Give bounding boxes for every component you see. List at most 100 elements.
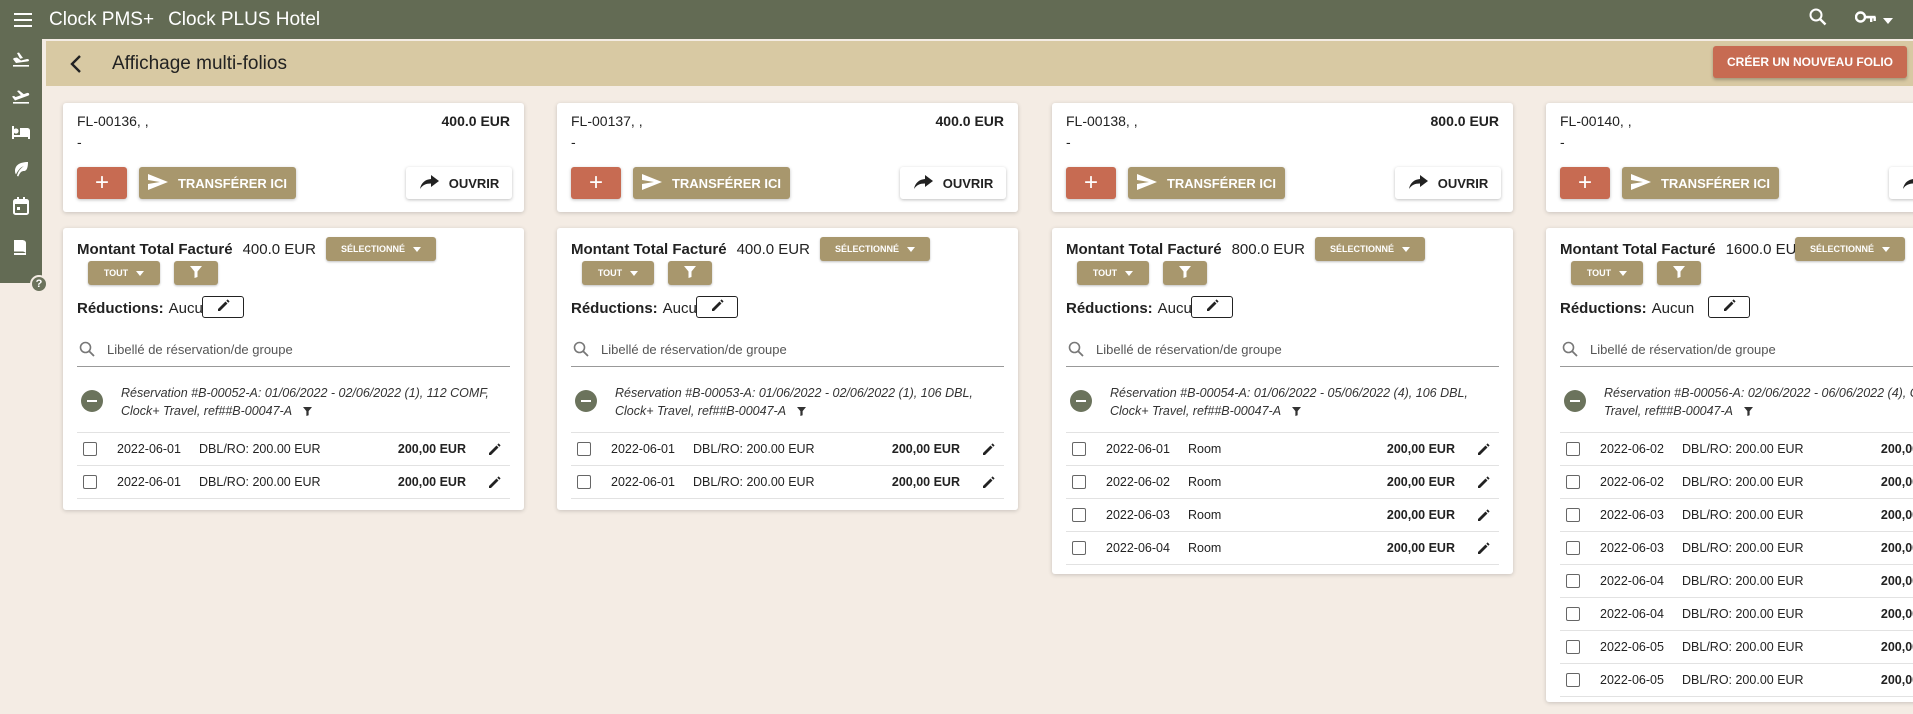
- create-new-folio-button[interactable]: CRÉER UN NOUVEAU FOLIO: [1712, 46, 1907, 78]
- edit-line-icon[interactable]: [1477, 508, 1491, 522]
- folio-header-card: FL-00137, , 400.0 EUR - + TRANSFÉRER ICI…: [557, 103, 1018, 212]
- folio-lines: 2022-06-01 Room 200,00 EUR 2022-06-02 Ro…: [1066, 432, 1499, 565]
- transfer-here-button[interactable]: TRANSFÉRER ICI: [1128, 167, 1285, 199]
- selected-dropdown[interactable]: SÉLECTIONNÉ: [1315, 237, 1425, 261]
- edit-line-icon[interactable]: [982, 442, 996, 456]
- reductions-label: Réductions:: [77, 299, 164, 317]
- folio-line-row: 2022-06-02 DBL/RO: 200.00 EUR 200,00 EUR: [1560, 466, 1913, 499]
- collapse-icon[interactable]: [81, 390, 103, 412]
- line-description: DBL/RO: 200.00 EUR: [1682, 508, 1804, 522]
- back-arrow-icon[interactable]: [64, 52, 88, 76]
- transfer-here-button[interactable]: TRANSFÉRER ICI: [1622, 167, 1779, 199]
- total-value: 800.0 EUR: [1231, 240, 1305, 258]
- collapse-icon[interactable]: [575, 390, 597, 412]
- transfer-here-button[interactable]: TRANSFÉRER ICI: [139, 167, 296, 199]
- reservation-search-input[interactable]: [105, 340, 409, 358]
- folio-line-row: 2022-06-05 DBL/RO: 200.00 EUR 200,00 EUR: [1560, 631, 1913, 664]
- bed-icon[interactable]: [0, 113, 42, 150]
- all-label: TOUT: [597, 268, 623, 278]
- add-charge-button[interactable]: +: [1560, 167, 1610, 199]
- line-checkbox[interactable]: [1566, 607, 1580, 621]
- edit-reductions-button[interactable]: [1191, 296, 1233, 318]
- open-folio-button[interactable]: OUVRIR: [900, 167, 1006, 199]
- line-checkbox[interactable]: [1566, 640, 1580, 654]
- add-charge-button[interactable]: +: [77, 167, 127, 199]
- folio-amount: 400.0 EUR: [441, 113, 510, 129]
- caret-down-icon: [1619, 268, 1628, 278]
- filter-icon: [1673, 266, 1685, 280]
- reservation-text: Réservation #B-00054-A: 01/06/2022 - 05/…: [1110, 386, 1468, 418]
- all-dropdown[interactable]: TOUT: [1571, 261, 1643, 285]
- reservation-search-input[interactable]: [599, 340, 903, 358]
- line-checkbox[interactable]: [83, 442, 97, 456]
- reservation-info: Réservation #B-00052-A: 01/06/2022 - 02/…: [121, 384, 501, 421]
- collapse-icon[interactable]: [1564, 390, 1586, 412]
- filter-button[interactable]: [1163, 261, 1207, 285]
- edit-line-icon[interactable]: [488, 475, 502, 489]
- leaf-icon[interactable]: [0, 150, 42, 187]
- selected-dropdown[interactable]: SÉLECTIONNÉ: [326, 237, 436, 261]
- edit-line-icon[interactable]: [488, 442, 502, 456]
- open-folio-button[interactable]: OUVRIR: [406, 167, 512, 199]
- filter-icon[interactable]: [303, 403, 313, 421]
- arrivals-icon[interactable]: [0, 39, 42, 76]
- edit-line-icon[interactable]: [1477, 475, 1491, 489]
- folio-line-row: 2022-06-01 Room 200,00 EUR: [1066, 432, 1499, 466]
- pencil-icon: [1723, 299, 1736, 315]
- filter-icon[interactable]: [1744, 403, 1754, 421]
- line-checkbox[interactable]: [1072, 442, 1086, 456]
- filter-button[interactable]: [1657, 261, 1701, 285]
- selected-dropdown[interactable]: SÉLECTIONNÉ: [1795, 237, 1905, 261]
- account-menu[interactable]: [1854, 10, 1893, 29]
- all-dropdown[interactable]: TOUT: [88, 261, 160, 285]
- line-checkbox[interactable]: [1566, 508, 1580, 522]
- filter-button[interactable]: [668, 261, 712, 285]
- departures-icon[interactable]: [0, 76, 42, 113]
- line-checkbox[interactable]: [1566, 673, 1580, 687]
- edit-line-icon[interactable]: [1477, 442, 1491, 456]
- edit-reductions-button[interactable]: [696, 296, 738, 318]
- line-checkbox[interactable]: [577, 442, 591, 456]
- reservation-info: Réservation #B-00056-A: 02/06/2022 - 06/…: [1604, 384, 1913, 421]
- line-date: 2022-06-01: [611, 475, 675, 489]
- reservation-info: Réservation #B-00053-A: 01/06/2022 - 02/…: [615, 384, 995, 421]
- selected-dropdown[interactable]: SÉLECTIONNÉ: [820, 237, 930, 261]
- filter-button[interactable]: [174, 261, 218, 285]
- menu-icon[interactable]: [13, 10, 33, 30]
- folio-header-card: FL-00136, , 400.0 EUR - + TRANSFÉRER ICI…: [63, 103, 524, 212]
- add-charge-button[interactable]: +: [1066, 167, 1116, 199]
- reservation-search-input[interactable]: [1588, 340, 1892, 358]
- book-icon[interactable]: [0, 228, 42, 265]
- share-arrow-icon: [1902, 175, 1913, 192]
- line-checkbox[interactable]: [1072, 541, 1086, 555]
- line-checkbox[interactable]: [577, 475, 591, 489]
- line-checkbox[interactable]: [83, 475, 97, 489]
- edit-reductions-button[interactable]: [202, 296, 244, 318]
- line-description: DBL/RO: 200.00 EUR: [1682, 475, 1804, 489]
- filter-icon[interactable]: [1292, 403, 1302, 421]
- help-icon[interactable]: ?: [30, 275, 48, 293]
- edit-line-icon[interactable]: [982, 475, 996, 489]
- folio-subtitle: -: [1560, 134, 1565, 150]
- filter-icon[interactable]: [797, 403, 807, 421]
- search-icon[interactable]: [1809, 8, 1827, 31]
- transfer-here-button[interactable]: TRANSFÉRER ICI: [633, 167, 790, 199]
- line-checkbox[interactable]: [1566, 574, 1580, 588]
- all-dropdown[interactable]: TOUT: [1077, 261, 1149, 285]
- line-checkbox[interactable]: [1566, 475, 1580, 489]
- calendar-icon[interactable]: [0, 187, 42, 224]
- line-checkbox[interactable]: [1566, 541, 1580, 555]
- add-charge-button[interactable]: +: [571, 167, 621, 199]
- line-checkbox[interactable]: [1072, 475, 1086, 489]
- open-folio-button[interactable]: OUVRIR: [1395, 167, 1501, 199]
- reservation-group: Réservation #B-00052-A: 01/06/2022 - 02/…: [77, 384, 510, 424]
- collapse-icon[interactable]: [1070, 390, 1092, 412]
- line-checkbox[interactable]: [1072, 508, 1086, 522]
- reservation-search-input[interactable]: [1094, 340, 1398, 358]
- line-checkbox[interactable]: [1566, 442, 1580, 456]
- all-dropdown[interactable]: TOUT: [582, 261, 654, 285]
- open-folio-button[interactable]: OUVRIR: [1889, 167, 1913, 199]
- edit-reductions-button[interactable]: [1708, 296, 1750, 318]
- hotel-name: Clock PLUS Hotel: [168, 8, 321, 30]
- edit-line-icon[interactable]: [1477, 541, 1491, 555]
